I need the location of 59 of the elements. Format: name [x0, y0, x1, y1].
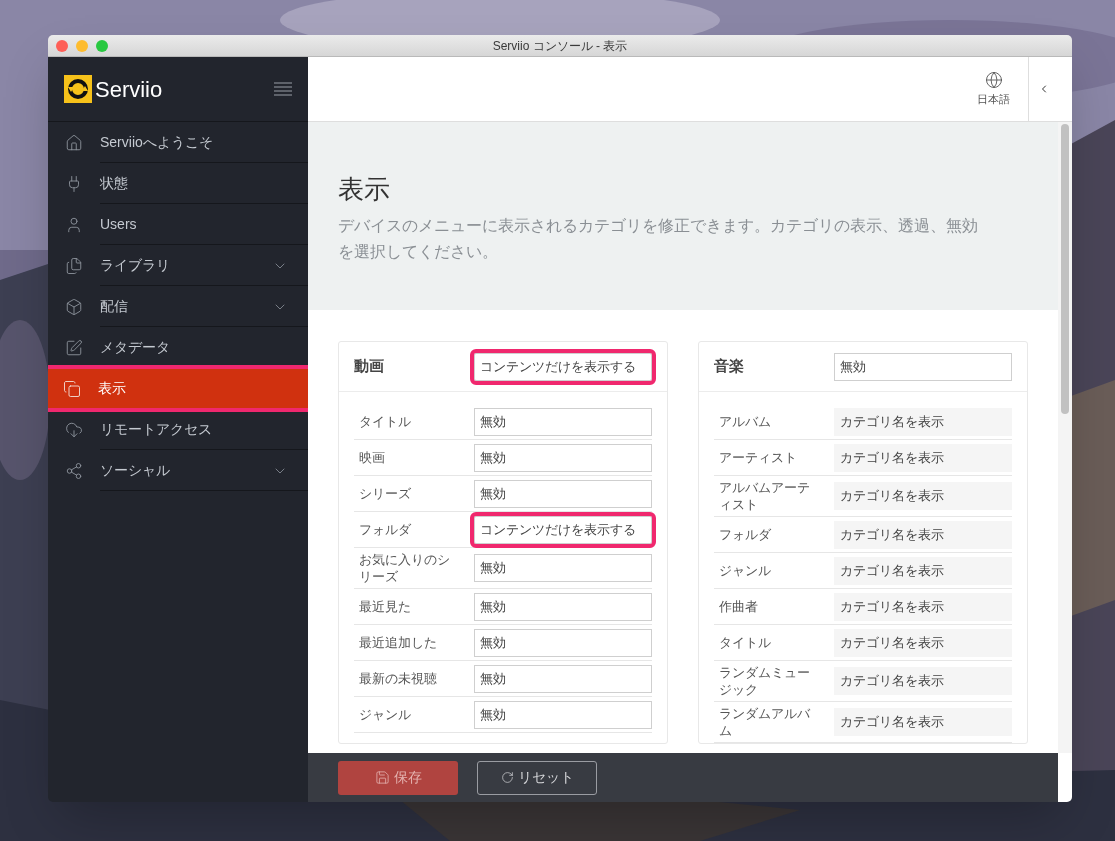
logo-icon — [64, 75, 92, 103]
reset-button[interactable]: リセット — [477, 760, 597, 795]
save-icon — [374, 770, 390, 785]
select-field[interactable]: 無効 — [474, 407, 652, 436]
row-label: フォルダ — [718, 526, 772, 543]
sidebar-item[interactable]: Serviioへようこそ — [48, 122, 308, 163]
select-field[interactable]: 無効 — [474, 479, 652, 508]
maximize-button[interactable] — [96, 39, 108, 52]
sidebar-item[interactable]: ライブラリ — [48, 245, 308, 286]
select-field[interactable]: 無効 — [474, 443, 652, 472]
logo-text: Serviio — [95, 75, 163, 104]
row-label: ジャンル — [358, 706, 412, 723]
section-title: 音楽 — [714, 356, 744, 377]
row-label: 最近見た — [358, 598, 412, 615]
close-button[interactable] — [56, 39, 68, 52]
row-label: アーティスト — [718, 449, 798, 466]
sidebar-item[interactable]: ソーシャル — [48, 450, 308, 491]
share-icon — [65, 461, 83, 480]
files-icon — [65, 256, 83, 275]
copy-icon — [63, 379, 81, 398]
menu-icon[interactable] — [274, 82, 292, 96]
language-label[interactable]: 日本語 — [977, 90, 1010, 108]
section-title: 動画 — [354, 356, 384, 377]
user-icon — [65, 215, 83, 234]
row-label: アルバム — [718, 413, 772, 430]
reset-icon — [500, 771, 514, 784]
select-field[interactable]: 無効 — [474, 628, 652, 657]
select-field[interactable]: 無効 — [834, 352, 1012, 381]
sidebar-item[interactable]: リモートアクセス — [48, 409, 308, 450]
select-field[interactable]: 無効 — [474, 700, 652, 729]
row-label: 最新の未視聴 — [358, 670, 438, 687]
row-label: アルバムアーティスト — [718, 479, 811, 513]
page-title: 表示 — [338, 173, 391, 206]
cloud-icon — [65, 420, 83, 439]
sidebar-item[interactable]: 表示 — [48, 368, 310, 409]
row-label: 最近追加した — [358, 634, 438, 651]
minimize-button[interactable] — [76, 39, 88, 52]
sidebar-item[interactable]: 配信 — [48, 286, 308, 327]
page-description: デバイスのメニューに表示されるカテゴリを修正できます。カテゴリの表示、透過、無効を選択してください。 — [338, 216, 979, 262]
scrollbar[interactable] — [1058, 122, 1072, 753]
home-icon — [65, 133, 83, 152]
select-field[interactable]: 無効 — [474, 554, 652, 582]
row-label: 映画 — [358, 449, 386, 466]
window-title: Serviio コンソール - 表示 — [492, 37, 628, 55]
edit-icon — [65, 338, 83, 357]
row-label: フォルダ — [358, 521, 412, 538]
row-label: ランダムアルバム — [718, 705, 811, 739]
box-icon — [65, 297, 83, 316]
select-field[interactable]: 無効 — [474, 664, 652, 693]
row-label: シリーズ — [358, 485, 412, 502]
select-field[interactable]: 無効 — [474, 592, 652, 621]
row-label: タイトル — [718, 634, 772, 651]
globe-icon[interactable] — [984, 70, 1003, 89]
sidebar-item[interactable]: 状態 — [48, 163, 308, 204]
row-label: タイトル — [358, 413, 412, 430]
row-label: 作曲者 — [718, 598, 759, 615]
row-label: ランダムミュージック — [718, 664, 811, 698]
row-label: お気に入りのシリーズ — [358, 551, 451, 585]
row-label: ジャンル — [718, 562, 772, 579]
